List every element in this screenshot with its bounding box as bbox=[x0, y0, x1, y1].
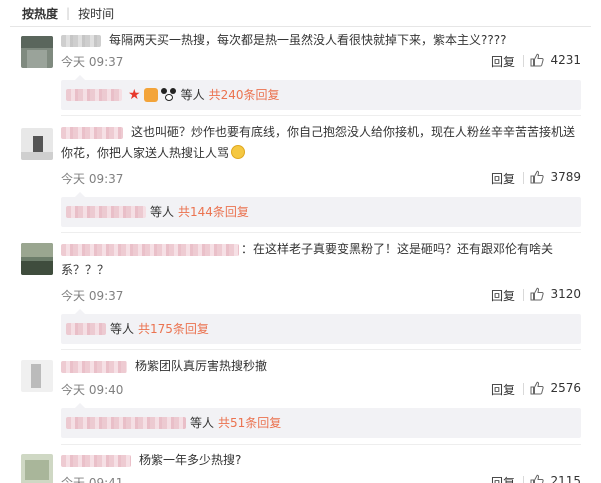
comment-text: 杨紫团队真厉害热搜秒撤 bbox=[61, 356, 581, 377]
comment-text: 杨紫一年多少热搜? bbox=[61, 450, 581, 471]
like-button[interactable]: 3789 bbox=[530, 170, 581, 184]
comment-body: 这也叫砸？炒作也要有底线，你自己抱怨没人给你接机，现在人粉丝辛辛苦苦接机送你花，… bbox=[61, 125, 576, 160]
sub-reply-who: 等人 bbox=[110, 322, 135, 336]
reply-button[interactable]: 回复 bbox=[491, 381, 515, 398]
sort-divider bbox=[10, 26, 591, 27]
username[interactable] bbox=[61, 360, 127, 373]
comment-text: 这也叫砸？炒作也要有底线，你自己抱怨没人给你接机，现在人粉丝辛辛苦苦接机送你花，… bbox=[61, 122, 581, 164]
username[interactable] bbox=[61, 126, 123, 139]
thumbs-up-icon bbox=[530, 381, 545, 395]
sub-reply-count-link[interactable]: 共240条回复 bbox=[209, 80, 280, 110]
avatar[interactable] bbox=[21, 360, 53, 392]
comment-time: 今天 09:37 bbox=[61, 55, 124, 69]
username[interactable] bbox=[61, 454, 131, 467]
avatar[interactable] bbox=[21, 128, 53, 160]
like-count: 2576 bbox=[550, 381, 581, 395]
comment-meta: 今天 09:37 回复 3789 bbox=[61, 170, 581, 186]
meta-divider bbox=[523, 172, 524, 184]
comment-meta: 今天 09:37 回复 4231 bbox=[61, 53, 581, 69]
reply-button[interactable]: 回复 bbox=[491, 474, 515, 483]
avatar[interactable] bbox=[21, 243, 53, 275]
panda-emoji-icon bbox=[160, 88, 177, 102]
sub-reply-count-link[interactable]: 共144条回复 bbox=[178, 197, 249, 227]
thumbs-up-icon bbox=[530, 287, 545, 301]
sub-replies-box[interactable]: 等人 共175条回复 bbox=[61, 309, 581, 344]
comment-divider bbox=[61, 349, 581, 350]
comment-body: 杨紫团队真厉害热搜秒撤 bbox=[135, 359, 268, 373]
sub-reply-who: 等人 bbox=[190, 416, 215, 430]
thumbs-up-icon bbox=[530, 170, 545, 184]
comment-text: ：在这样老子真要变黑粉了！这是砸吗？还有跟邓伦有啥关系？？？ bbox=[61, 239, 581, 281]
like-button[interactable]: 2115 bbox=[530, 474, 581, 483]
comment-body: 每隔两天买一热搜，每次都是热一虽然没人看很快就掉下来，紫本主义???? bbox=[109, 33, 507, 47]
like-button[interactable]: 2576 bbox=[530, 381, 581, 395]
like-count: 3120 bbox=[550, 287, 581, 301]
like-button[interactable]: 3120 bbox=[530, 287, 581, 301]
reply-button[interactable]: 回复 bbox=[491, 53, 515, 70]
comment-time: 今天 09:37 bbox=[61, 172, 124, 186]
comment-divider bbox=[61, 232, 581, 233]
meta-divider bbox=[523, 383, 524, 395]
meta-divider bbox=[523, 55, 524, 67]
sub-reply-who: 等人 bbox=[150, 205, 175, 219]
comment-meta: 今天 09:40 回复 2576 bbox=[61, 381, 581, 397]
sub-reply-count-link[interactable]: 共51条回复 bbox=[218, 408, 281, 438]
sort-bar: 按热度 | 按时间 bbox=[0, 0, 601, 26]
meta-divider bbox=[523, 289, 524, 301]
emoji-icon bbox=[231, 145, 246, 159]
reply-button[interactable]: 回复 bbox=[491, 170, 515, 187]
sub-reply-username[interactable] bbox=[66, 206, 146, 218]
star-badge-icon: ★ bbox=[128, 87, 141, 103]
username[interactable] bbox=[61, 243, 239, 256]
sub-reply-count-link[interactable]: 共175条回复 bbox=[138, 314, 209, 344]
like-count: 3789 bbox=[550, 170, 581, 184]
sub-replies-box[interactable]: 等人 共144条回复 bbox=[61, 192, 581, 227]
sort-separator: | bbox=[66, 6, 71, 20]
thumbs-up-icon bbox=[530, 474, 545, 483]
sub-replies-box[interactable]: ★ 等人 共240条回复 bbox=[61, 75, 581, 110]
like-count: 2115 bbox=[550, 474, 581, 483]
like-button[interactable]: 4231 bbox=[530, 53, 581, 67]
thumbs-up-icon bbox=[530, 53, 545, 67]
username[interactable] bbox=[61, 34, 101, 47]
comment-body: 杨紫一年多少热搜? bbox=[139, 453, 242, 467]
comment-time: 今天 09:37 bbox=[61, 289, 124, 303]
comment-divider bbox=[61, 444, 581, 445]
comment-time: 今天 09:41 bbox=[61, 476, 124, 483]
vip-badge-icon bbox=[143, 88, 158, 102]
reply-button[interactable]: 回复 bbox=[491, 287, 515, 304]
meta-divider bbox=[523, 476, 524, 483]
sub-replies-box[interactable]: 等人 共51条回复 bbox=[61, 403, 581, 438]
like-count: 4231 bbox=[550, 53, 581, 67]
sort-by-time-tab[interactable]: 按时间 bbox=[78, 5, 114, 22]
sub-reply-who: 等人 bbox=[180, 88, 205, 102]
sub-reply-username[interactable] bbox=[66, 89, 122, 101]
sub-reply-username[interactable] bbox=[66, 417, 186, 429]
comment-divider bbox=[61, 115, 581, 116]
avatar[interactable] bbox=[21, 454, 53, 483]
comment-text: 每隔两天买一热搜，每次都是热一虽然没人看很快就掉下来，紫本主义???? bbox=[61, 30, 581, 51]
comment-meta: 今天 09:37 回复 3120 bbox=[61, 287, 581, 303]
sub-reply-username[interactable] bbox=[66, 323, 106, 335]
comment-meta: 今天 09:41 回复 2115 bbox=[61, 474, 581, 483]
sort-by-hot-tab[interactable]: 按热度 bbox=[22, 5, 58, 22]
comment-time: 今天 09:40 bbox=[61, 383, 124, 397]
avatar[interactable] bbox=[21, 36, 53, 68]
